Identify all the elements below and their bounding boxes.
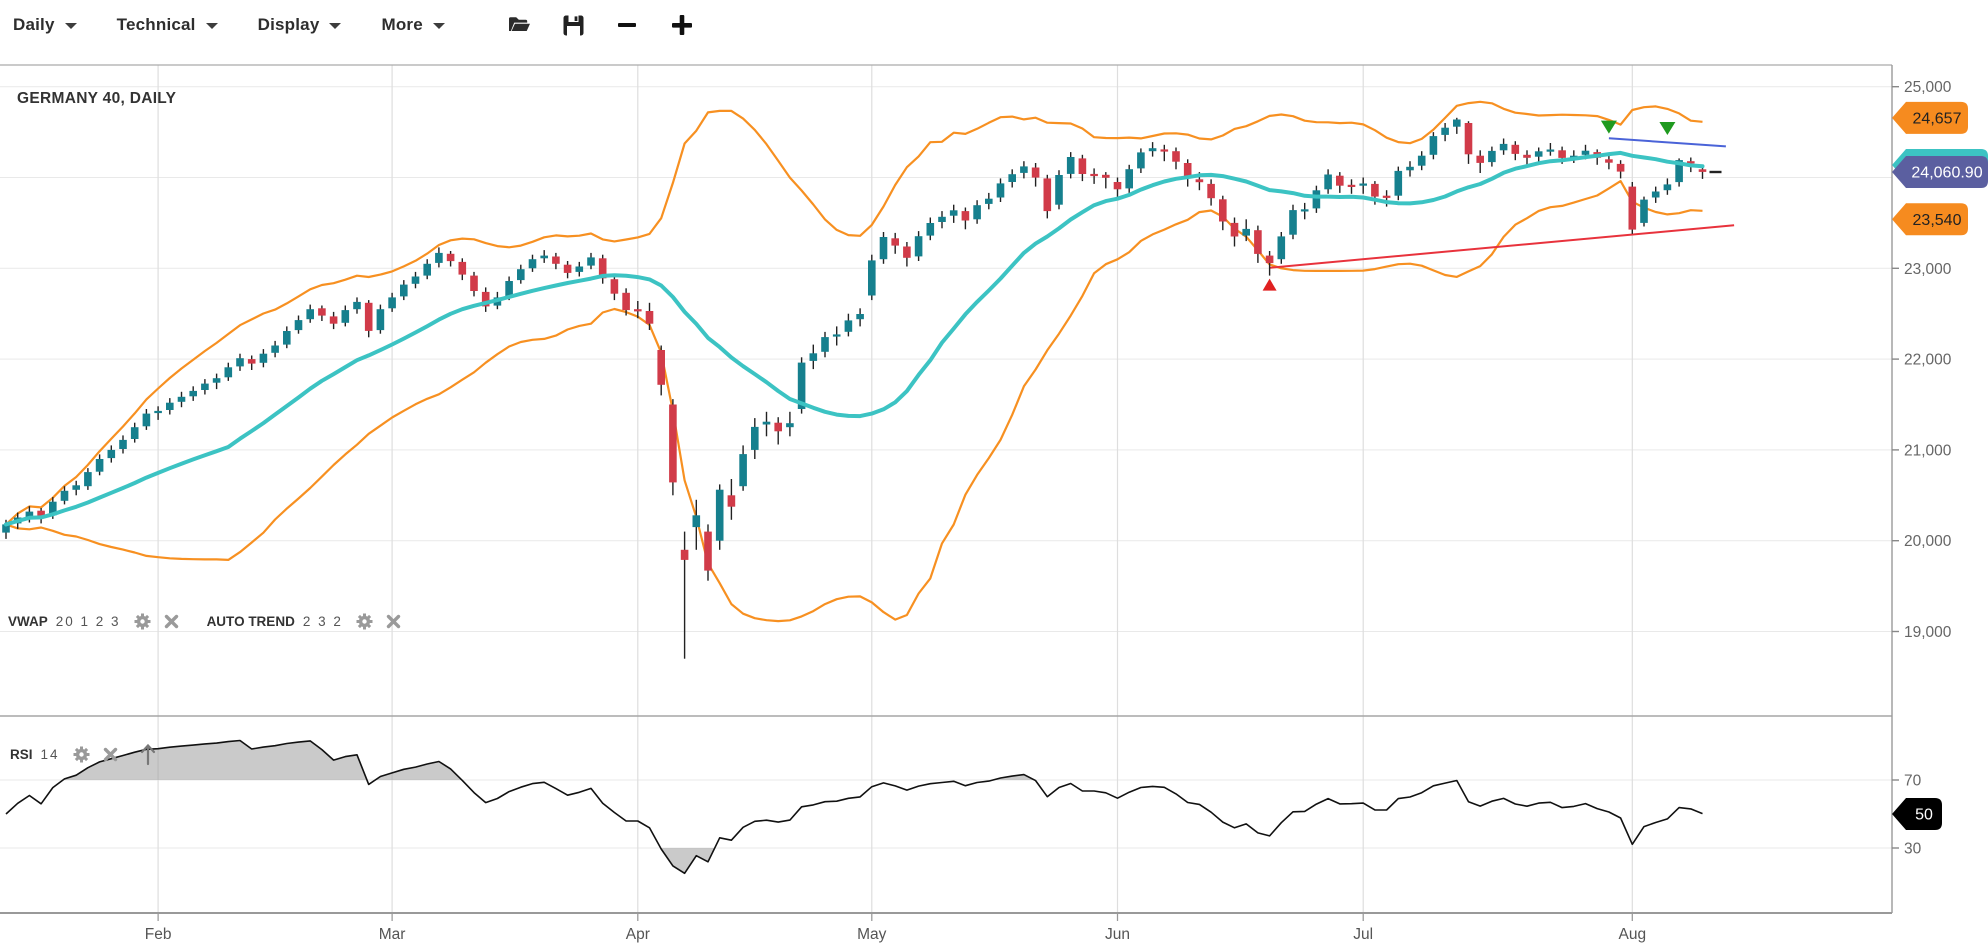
vwap-remove-icon[interactable] <box>164 614 179 629</box>
price-axis: 25,000 23,000 22,000 21,000 20,000 19,000 70 30 <box>1892 79 1952 857</box>
svg-text:Apr: Apr <box>626 926 650 943</box>
last-price-badge: 24,060.90 <box>1892 156 1988 188</box>
menu-more[interactable]: More <box>381 15 444 35</box>
menu-daily[interactable]: Daily <box>13 15 77 35</box>
svg-text:20,000: 20,000 <box>1904 533 1952 550</box>
zoom-in-icon[interactable] <box>669 12 695 38</box>
svg-text:70: 70 <box>1904 773 1922 790</box>
chevron-down-icon <box>65 23 77 29</box>
lower-band-line <box>6 181 1703 621</box>
zoom-out-icon[interactable] <box>615 13 639 37</box>
trading-chart-app: Daily Technical Display More <box>0 0 1988 952</box>
svg-text:Mar: Mar <box>379 926 406 943</box>
time-axis: Feb Mar Apr May Jun Jul Aug <box>145 913 1646 943</box>
auto-trend-line-red <box>1270 225 1735 268</box>
toolbar: Daily Technical Display More <box>0 0 1988 50</box>
svg-text:25,000: 25,000 <box>1904 79 1952 96</box>
save-icon[interactable] <box>562 14 585 37</box>
svg-text:21,000: 21,000 <box>1904 442 1952 459</box>
svg-text:23,000: 23,000 <box>1904 261 1952 278</box>
sell-signal-marker <box>1601 121 1617 134</box>
svg-text:24,060.90: 24,060.90 <box>1911 164 1982 181</box>
svg-text:Jun: Jun <box>1105 926 1130 943</box>
vwap-settings-icon[interactable] <box>133 612 152 631</box>
menu-more-label: More <box>381 15 422 35</box>
price-chart-canvas[interactable]: 25,000 23,000 22,000 21,000 20,000 19,000 70 30… <box>0 0 1988 952</box>
buy-signal-marker <box>1263 279 1277 291</box>
rsi-indicator-params: 14 <box>41 747 60 762</box>
sell-signal-marker <box>1659 122 1675 135</box>
chevron-down-icon <box>329 23 341 29</box>
autotrend-indicator-label: AUTO TREND <box>207 614 295 629</box>
svg-text:23,540: 23,540 <box>1913 212 1962 229</box>
menu-display-label: Display <box>258 15 320 35</box>
svg-text:30: 30 <box>1904 841 1922 858</box>
gridlines <box>0 65 1892 921</box>
upper-band-badge: 24,657 <box>1892 102 1968 134</box>
rsi-remove-icon[interactable] <box>103 747 118 762</box>
svg-text:19,000: 19,000 <box>1904 624 1952 641</box>
arrow-up-icon[interactable] <box>139 742 157 766</box>
vwap-indicator-params: 20 1 2 3 <box>56 614 121 629</box>
autotrend-indicator-params: 2 3 2 <box>303 614 343 629</box>
chart-frame <box>0 65 1892 913</box>
rsi-value-badge: 50 <box>1892 798 1942 830</box>
rsi-fill <box>63 741 1034 874</box>
vwap-indicator-label: VWAP <box>8 614 48 629</box>
auto-trend-line-blue <box>1609 138 1726 146</box>
vwap-line <box>6 153 1722 525</box>
rsi-settings-icon[interactable] <box>72 745 91 764</box>
svg-text:May: May <box>857 926 887 943</box>
upper-band-line <box>6 102 1703 525</box>
axis-badges: 24,657 23,540 24,060.90 50 <box>1892 102 1988 830</box>
rsi-legend-row: RSI 14 <box>10 742 157 766</box>
chevron-down-icon <box>206 23 218 29</box>
svg-text:Aug: Aug <box>1619 926 1647 943</box>
svg-text:24,657: 24,657 <box>1913 110 1962 127</box>
autotrend-remove-icon[interactable] <box>386 614 401 629</box>
svg-text:50: 50 <box>1915 807 1933 824</box>
autotrend-settings-icon[interactable] <box>355 612 374 631</box>
rsi-indicator-label: RSI <box>10 747 33 762</box>
svg-text:22,000: 22,000 <box>1904 352 1952 369</box>
chevron-down-icon <box>433 23 445 29</box>
menu-daily-label: Daily <box>13 15 55 35</box>
svg-text:Feb: Feb <box>145 926 172 943</box>
menu-technical-label: Technical <box>117 15 196 35</box>
menu-display[interactable]: Display <box>258 15 342 35</box>
chart-title: GERMANY 40, DAILY <box>17 90 176 108</box>
open-folder-icon[interactable] <box>507 14 532 36</box>
lower-band-badge: 23,540 <box>1892 203 1968 235</box>
svg-text:Jul: Jul <box>1353 926 1373 943</box>
menu-technical[interactable]: Technical <box>117 15 218 35</box>
trend-lines <box>1270 138 1735 267</box>
candles-layer <box>2 118 1706 659</box>
indicator-legend-row: VWAP 20 1 2 3 AUTO TREND 2 3 2 <box>8 612 401 631</box>
